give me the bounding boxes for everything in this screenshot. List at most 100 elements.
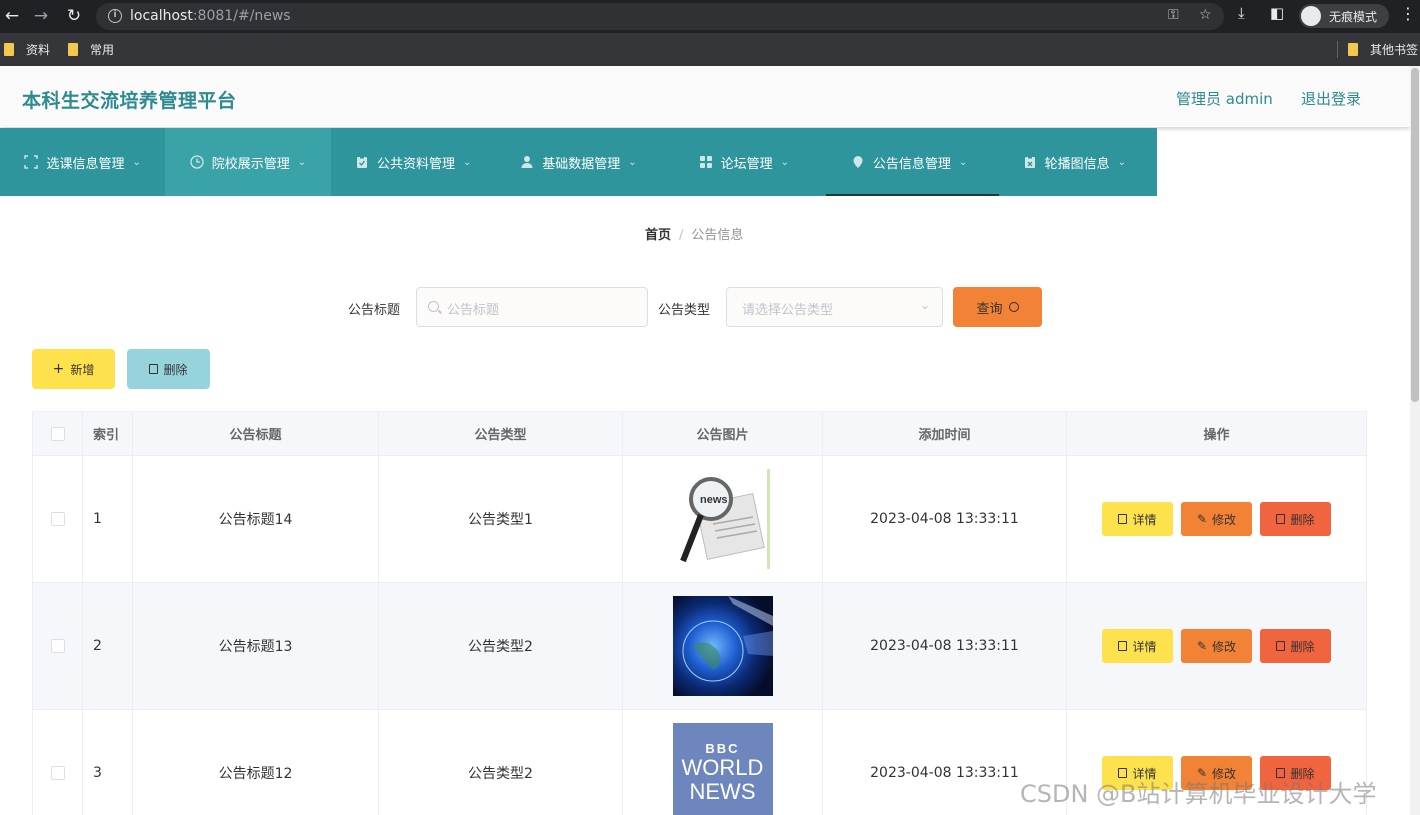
row-select-cell xyxy=(33,456,83,582)
delete-button[interactable]: 删除 xyxy=(1260,629,1331,663)
nav-item-label: 论坛管理 xyxy=(720,156,773,172)
search-icon xyxy=(428,301,439,312)
title-search-input[interactable]: 公告标题 xyxy=(416,287,648,327)
chevron-down-icon: ⌄ xyxy=(628,156,637,168)
nav-item-label: 公告信息管理 xyxy=(872,156,951,172)
bookmark-folder-ziliao[interactable]: 资料 xyxy=(4,41,50,58)
breadcrumb-separator: / xyxy=(679,228,684,243)
nav-item-label: 基础数据管理 xyxy=(542,156,621,172)
query-button[interactable]: 查询 xyxy=(953,287,1042,327)
row-checkbox[interactable] xyxy=(50,766,65,780)
folder-icon xyxy=(1348,43,1358,56)
chevron-down-icon: ⌄ xyxy=(780,156,789,168)
star-icon[interactable]: ☆ xyxy=(1199,7,1212,23)
nav-item-basedata[interactable]: 基础数据管理 ⌄ xyxy=(496,128,661,196)
row-image-cell xyxy=(623,583,823,709)
url-text: localhost:8081/#/news xyxy=(130,8,291,24)
row-index: 3 xyxy=(83,710,133,815)
plus-icon: + xyxy=(52,361,65,377)
notice-image[interactable]: news xyxy=(672,469,773,569)
clock-icon xyxy=(190,155,204,169)
detail-button[interactable]: 详情 xyxy=(1102,502,1173,536)
location-icon xyxy=(851,155,865,169)
current-user: 管理员 admin xyxy=(1176,90,1273,108)
bbc-logo: BBC xyxy=(705,741,740,756)
header-type: 公告类型 xyxy=(379,412,623,455)
browser-toolbar: ← → ↻ i localhost:8081/#/news ⚿ ☆ ⤓ ◧ 无痕… xyxy=(0,0,1420,33)
reload-icon[interactable]: ↻ xyxy=(62,4,86,28)
chevron-down-icon: ⌄ xyxy=(1117,156,1127,168)
chevron-down-icon: ⌄ xyxy=(463,156,472,168)
select-all-checkbox[interactable] xyxy=(50,426,65,441)
nav-item-school[interactable]: 院校展示管理 ⌄ xyxy=(165,128,331,196)
nav-item-carousel[interactable]: 轮播图信息 ⌄ xyxy=(992,128,1157,196)
row-time: 2023-04-08 13:33:11 xyxy=(823,456,1067,582)
batch-delete-button[interactable]: 删除 xyxy=(127,349,210,389)
chevron-down-icon: ⌄ xyxy=(919,298,930,312)
watermark: CSDN @B站计算机毕业设计大学 xyxy=(1020,780,1377,808)
delete-button-label: 删除 xyxy=(163,362,188,377)
clipboard-icon xyxy=(355,155,369,169)
row-index: 2 xyxy=(83,583,133,709)
bookmarks-bar: 资料 常用 其他书签 xyxy=(0,33,1420,66)
row-select-cell xyxy=(33,710,83,815)
incognito-icon xyxy=(1301,6,1321,26)
notice-image[interactable] xyxy=(672,596,773,696)
input-placeholder: 公告标题 xyxy=(447,303,500,318)
search-icon xyxy=(1008,302,1019,312)
add-button[interactable]: + 新增 xyxy=(32,349,115,389)
document-icon xyxy=(1118,641,1128,651)
back-arrow-icon[interactable]: ← xyxy=(0,4,24,28)
notice-image[interactable]: BBC WORLD NEWS xyxy=(672,723,773,815)
header-time: 添加时间 xyxy=(823,412,1067,455)
trash-icon xyxy=(149,364,159,374)
detail-button[interactable]: 详情 xyxy=(1102,629,1173,663)
header-select-all xyxy=(33,412,83,455)
folder-icon xyxy=(4,43,14,56)
type-select[interactable]: 请选择公告类型 ⌄ xyxy=(726,287,943,327)
table-row: 1 公告标题14 公告类型1 news 2023-04-08 13:33:11 … xyxy=(33,456,1366,583)
nav-item-forum[interactable]: 论坛管理 ⌄ xyxy=(661,128,826,196)
logout-link[interactable]: 退出登录 xyxy=(1301,88,1361,109)
nav-item-label: 轮播图信息 xyxy=(1044,156,1110,172)
app-title: 本科生交流培养管理平台 xyxy=(22,90,237,112)
nav-item-course[interactable]: 选课信息管理 ⌄ xyxy=(0,128,165,196)
row-image-cell: BBC WORLD NEWS xyxy=(623,710,823,815)
clipboard-icon xyxy=(1023,155,1037,169)
nav-item-notice[interactable]: 公告信息管理 ⌄ xyxy=(826,128,1000,196)
download-icon[interactable]: ⤓ xyxy=(1238,4,1245,22)
forward-arrow-icon[interactable]: → xyxy=(29,4,53,28)
nav-item-materials[interactable]: 公共资料管理 ⌄ xyxy=(331,128,496,196)
info-icon[interactable]: i xyxy=(108,9,122,23)
edit-button[interactable]: ✎ 修改 xyxy=(1181,629,1252,663)
pencil-icon: ✎ xyxy=(1196,512,1208,526)
nav-item-label: 公共资料管理 xyxy=(377,156,456,172)
row-title: 公告标题12 xyxy=(133,710,379,815)
notice-table: 索引 公告标题 公告类型 公告图片 添加时间 操作 1 公告标题14 公告类型1… xyxy=(32,411,1367,815)
app-header: 本科生交流培养管理平台 管理员 admin 退出登录 xyxy=(0,66,1410,127)
expand-icon xyxy=(24,155,39,169)
address-bar[interactable]: i localhost:8081/#/news ⚿ ☆ xyxy=(96,3,1224,30)
scrollbar-thumb[interactable] xyxy=(1411,68,1419,402)
edit-button[interactable]: ✎ 修改 xyxy=(1181,502,1252,536)
bookmark-folder-other[interactable]: 其他书签 xyxy=(1348,41,1418,58)
nav-item-label: 院校展示管理 xyxy=(211,156,290,172)
kebab-menu-icon[interactable]: ⋮ xyxy=(1400,4,1416,23)
title-filter-label: 公告标题 xyxy=(348,303,401,318)
table-row: 2 公告标题13 公告类型2 2023-04-08 13:33:11 详情 ✎ 修… xyxy=(33,583,1366,710)
bookmark-folder-changyong[interactable]: 常用 xyxy=(68,41,114,58)
chevron-down-icon: ⌄ xyxy=(958,156,968,168)
breadcrumb-home[interactable]: 首页 xyxy=(645,228,671,243)
sidepanel-icon[interactable]: ◧ xyxy=(1270,4,1284,22)
row-checkbox[interactable] xyxy=(50,512,65,526)
folder-icon xyxy=(68,43,78,56)
delete-button[interactable]: 删除 xyxy=(1260,502,1331,536)
key-icon[interactable]: ⚿ xyxy=(1168,7,1179,23)
row-title: 公告标题13 xyxy=(133,583,379,709)
row-select-cell xyxy=(33,583,83,709)
breadcrumb: 首页 / 公告信息 xyxy=(645,224,743,243)
row-checkbox[interactable] xyxy=(50,639,65,653)
incognito-badge[interactable]: 无痕模式 xyxy=(1299,4,1389,28)
row-actions: 详情 ✎ 修改 删除 xyxy=(1067,583,1366,709)
grid-icon xyxy=(699,155,713,169)
